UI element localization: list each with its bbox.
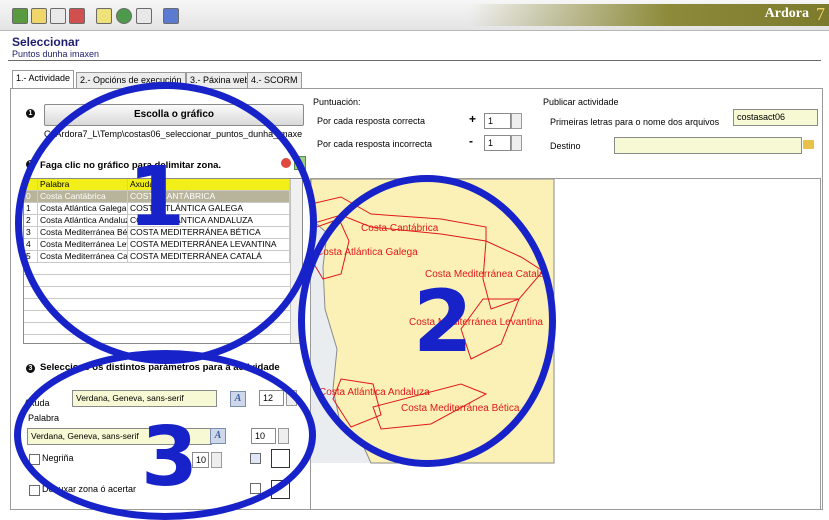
annotation-number-2: 2 [413,272,473,372]
tab-actividade[interactable]: 1.- Actividade [12,70,75,89]
score-title: Puntuación: [313,97,361,107]
web-globe-icon[interactable] [116,8,132,24]
prefix-input[interactable]: costasact06 [733,109,818,126]
incorrect-spinner[interactable] [511,135,522,151]
save-doc-icon[interactable] [50,8,66,24]
open-doc-icon[interactable] [31,8,47,24]
brand-name: Ardora [764,6,809,21]
correct-spinner[interactable] [511,113,522,129]
prefix-label: Primeiras letras para o nome dos arquivo… [550,117,720,127]
brand-banner: Ardora 7 [469,4,829,26]
toolbar: Ardora 7 [0,0,829,31]
incorrect-label: Por cada resposta incorrecta [317,139,433,149]
help-icon[interactable] [163,8,179,24]
page-icon[interactable] [96,8,112,24]
correct-value-field[interactable]: 1 [484,113,511,129]
page-subtitle: Puntos dunha imaxen [12,49,100,59]
step-3-bullet: 3 [26,364,35,373]
page-title: Seleccionar [12,35,80,49]
correct-label: Por cada resposta correcta [317,116,426,126]
destination-label: Destino [550,141,581,151]
incorrect-sign: - [469,134,473,148]
incorrect-value-field[interactable]: 1 [484,135,511,151]
publish-title: Publicar actividade [543,97,619,107]
annotation-number-1: 1 [128,150,186,245]
preview-icon[interactable] [136,8,152,24]
folder-icon[interactable] [803,140,814,149]
tab-scorm[interactable]: 4.- SCORM [247,72,302,88]
mark-zone-checkbox[interactable] [29,485,40,496]
correct-sign: + [469,112,477,126]
new-doc-icon[interactable] [12,8,28,24]
annotation-number-3: 3 [141,410,199,505]
export-doc-icon[interactable] [69,8,85,24]
divider [8,60,821,61]
destination-input[interactable] [614,137,802,154]
step-1-bullet: 1 [26,109,35,118]
brand-version: 7 [816,4,825,24]
